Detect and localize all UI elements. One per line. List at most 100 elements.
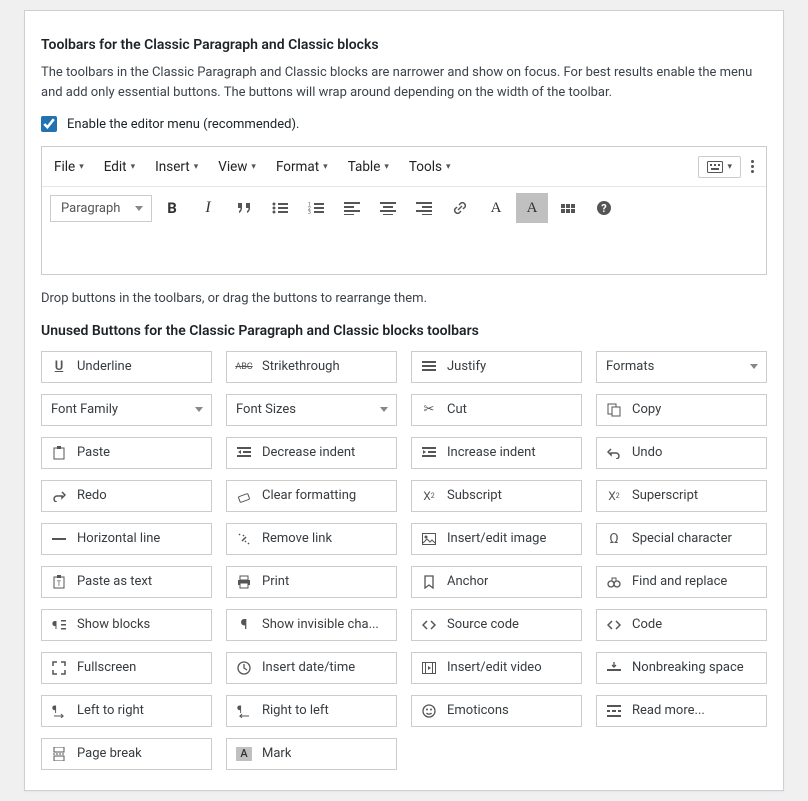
unused-paste-text[interactable]: TPaste as text [41, 566, 212, 598]
svg-text:¶: ¶ [52, 619, 57, 632]
unused-superscript[interactable]: X2Superscript [596, 480, 767, 512]
bold-button[interactable]: B [156, 193, 188, 223]
unused-special-character[interactable]: ΩSpecial character [596, 523, 767, 555]
unlink-icon [236, 531, 252, 547]
align-right-button[interactable] [408, 193, 440, 223]
numbered-list-icon: 123 [308, 201, 324, 215]
unused-read-more[interactable]: Read more... [596, 695, 767, 727]
svg-text:T: T [57, 580, 62, 588]
menu-insert[interactable]: Insert ▾ [151, 153, 202, 181]
blockquote-button[interactable] [228, 193, 260, 223]
unused-buttons-grid: UUnderline ABCStrikethrough Justify Form… [41, 351, 767, 770]
menu-table[interactable]: Table▾ [344, 153, 393, 181]
bullet-list-button[interactable] [264, 193, 296, 223]
chevron-down-icon: ▾ [131, 162, 136, 172]
menu-edit[interactable]: Edit ▾ [100, 153, 139, 181]
unused-remove-link[interactable]: Remove link [226, 523, 397, 555]
menu-file[interactable]: File▾ [50, 153, 88, 181]
menu-file-label: File [54, 159, 75, 175]
unused-print[interactable]: Print [226, 566, 397, 598]
unused-strikethrough[interactable]: ABCStrikethrough [226, 351, 397, 383]
menu-table-label: Table [348, 159, 381, 175]
menubar-left: File▾ Edit▾ Insert▾ View▾ Format▾ Table▾… [50, 153, 467, 181]
align-left-button[interactable] [336, 193, 368, 223]
unused-insert-image[interactable]: Insert/edit image [411, 523, 582, 555]
unused-increase-indent[interactable]: Increase indent [411, 437, 582, 469]
text-color-button[interactable]: A [480, 193, 512, 223]
align-center-button[interactable] [372, 193, 404, 223]
unused-decrease-indent[interactable]: Decrease indent [226, 437, 397, 469]
enable-menu-row: Enable the editor menu (recommended). [41, 116, 767, 132]
unused-rtl[interactable]: ¶Right to left [226, 695, 397, 727]
unused-datetime[interactable]: Insert date/time [226, 652, 397, 684]
unused-anchor[interactable]: Anchor [411, 566, 582, 598]
menu-insert-label: Insert [155, 159, 190, 175]
menu-view-label: View [218, 159, 247, 175]
menu-tools[interactable]: Tools▾ [405, 153, 455, 181]
unused-source-code[interactable]: Source code [411, 609, 582, 641]
chevron-down-icon: ▾ [446, 162, 451, 172]
unused-fullscreen[interactable]: Fullscreen [41, 652, 212, 684]
unused-formats[interactable]: Formats [596, 351, 767, 383]
numbered-list-button[interactable]: 123 [300, 193, 332, 223]
subscript-icon: X2 [421, 488, 437, 504]
editor-body[interactable] [42, 229, 766, 274]
readmore-icon [606, 703, 622, 719]
menu-edit-label: Edit [104, 159, 127, 175]
print-icon [236, 574, 252, 590]
help-icon: ? [596, 200, 612, 216]
chevron-down-icon: ▾ [323, 162, 328, 172]
unused-video[interactable]: Insert/edit video [411, 652, 582, 684]
unused-paste[interactable]: Paste [41, 437, 212, 469]
indent-icon [421, 445, 437, 461]
keyboard-button[interactable]: ▾ [698, 156, 741, 178]
blocks-icon: ¶ [51, 617, 67, 633]
menu-view[interactable]: View▾ [214, 153, 260, 181]
unused-show-invisible[interactable]: ¶Show invisible cha... [226, 609, 397, 641]
editor-toolbar: Paragraph B I 123 A A ? [42, 187, 766, 229]
chevron-down-icon: ▾ [384, 162, 389, 172]
unused-justify[interactable]: Justify [411, 351, 582, 383]
quote-icon [236, 201, 252, 215]
chevron-down-icon: ▾ [194, 162, 199, 172]
more-options-button[interactable] [747, 156, 758, 177]
unused-font-family[interactable]: Font Family [41, 394, 212, 426]
unused-cut[interactable]: ✂Cut [411, 394, 582, 426]
unused-undo[interactable]: Undo [596, 437, 767, 469]
unused-emoticons[interactable]: Emoticons [411, 695, 582, 727]
unused-clear-formatting[interactable]: Clear formatting [226, 480, 397, 512]
paragraph-select[interactable]: Paragraph [50, 195, 152, 222]
editor-frame: File▾ Edit▾ Insert▾ View▾ Format▾ Table▾… [41, 146, 767, 275]
drop-hint: Drop buttons in the toolbars, or drag th… [41, 289, 767, 309]
unused-page-break[interactable]: Page break [41, 738, 212, 770]
unused-underline[interactable]: UUnderline [41, 351, 212, 383]
ltr-icon: ¶ [51, 703, 67, 719]
copy-icon [606, 402, 622, 418]
enable-menu-checkbox[interactable] [41, 116, 57, 132]
strikethrough-icon: ABC [236, 359, 252, 375]
menubar-right: ▾ [698, 156, 758, 178]
help-button[interactable]: ? [588, 193, 620, 223]
chevron-down-icon: ▾ [727, 162, 732, 172]
unused-mark[interactable]: AMark [226, 738, 397, 770]
fullscreen-icon [51, 660, 67, 676]
unused-copy[interactable]: Copy [596, 394, 767, 426]
unused-code[interactable]: Code [596, 609, 767, 641]
align-left-icon [344, 201, 360, 215]
unused-horizontal-line[interactable]: Horizontal line [41, 523, 212, 555]
table-button[interactable] [552, 193, 584, 223]
unused-find-replace[interactable]: Find and replace [596, 566, 767, 598]
unused-redo[interactable]: Redo [41, 480, 212, 512]
svg-text:?: ? [601, 202, 607, 215]
menu-format[interactable]: Format ▾ [272, 153, 332, 181]
unused-ltr[interactable]: ¶Left to right [41, 695, 212, 727]
highlight-button[interactable]: A [516, 193, 548, 223]
unused-subscript[interactable]: X2Subscript [411, 480, 582, 512]
unused-font-sizes[interactable]: Font Sizes [226, 394, 397, 426]
unused-nbsp[interactable]: Nonbreaking space [596, 652, 767, 684]
italic-button[interactable]: I [192, 193, 224, 223]
menu-format-label: Format [276, 159, 319, 175]
code-icon [606, 617, 622, 633]
link-button[interactable] [444, 193, 476, 223]
unused-show-blocks[interactable]: ¶Show blocks [41, 609, 212, 641]
